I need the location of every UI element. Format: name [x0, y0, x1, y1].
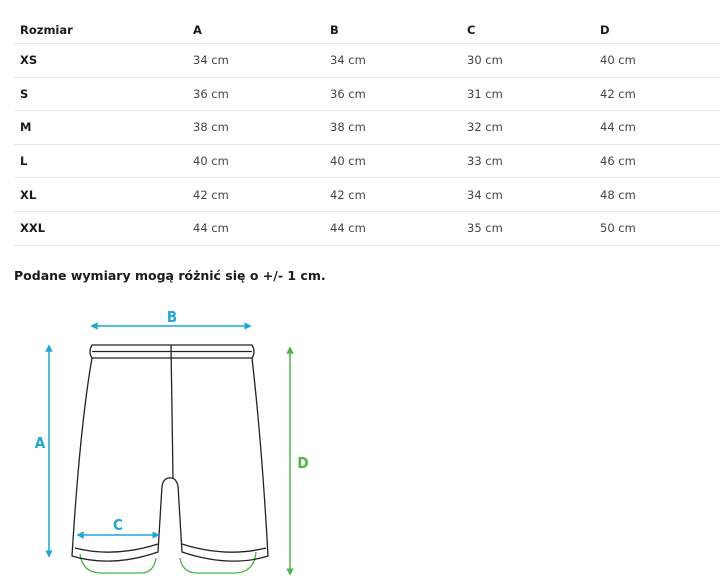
value-cell: 34 cm	[324, 43, 461, 78]
table-header-row: Rozmiar A B C D	[14, 17, 720, 44]
value-cell: 48 cm	[594, 177, 720, 212]
value-cell: 36 cm	[324, 77, 461, 112]
value-cell: 36 cm	[187, 77, 324, 112]
value-cell: 38 cm	[187, 110, 324, 145]
dimension-c-label: C	[113, 516, 123, 534]
table-row: L 40 cm 40 cm 33 cm 46 cm	[14, 144, 720, 179]
size-table: Rozmiar A B C D XS 34 cm 34 cm 30 cm 40 …	[14, 17, 720, 246]
header-rozmiar: Rozmiar	[14, 17, 187, 44]
size-cell: L	[14, 144, 187, 179]
shorts-outline-icon: B A C D	[35, 308, 309, 576]
value-cell: 40 cm	[187, 144, 324, 179]
value-cell: 33 cm	[461, 144, 594, 179]
size-cell: XS	[14, 43, 187, 78]
value-cell: 42 cm	[187, 177, 324, 212]
dimension-a-label: A	[35, 434, 46, 452]
table-row: XS 34 cm 34 cm 30 cm 40 cm	[14, 43, 720, 78]
value-cell: 35 cm	[461, 211, 594, 246]
value-cell: 32 cm	[461, 110, 594, 145]
size-cell: M	[14, 110, 187, 145]
value-cell: 42 cm	[594, 77, 720, 112]
value-cell: 34 cm	[461, 177, 594, 212]
value-cell: 44 cm	[324, 211, 461, 246]
dimension-b-label: B	[167, 308, 177, 326]
table-row: S 36 cm 36 cm 31 cm 42 cm	[14, 77, 720, 112]
value-cell: 30 cm	[461, 43, 594, 78]
table-row: XXL 44 cm 44 cm 35 cm 50 cm	[14, 211, 720, 246]
size-cell: XL	[14, 177, 187, 212]
value-cell: 42 cm	[324, 177, 461, 212]
value-cell: 50 cm	[594, 211, 720, 246]
header-b: B	[324, 17, 461, 44]
value-cell: 44 cm	[594, 110, 720, 145]
liner-shape	[79, 551, 257, 574]
size-cell: XXL	[14, 211, 187, 246]
value-cell: 31 cm	[461, 77, 594, 112]
tolerance-note: Podane wymiary mogą różnić się o +/- 1 c…	[14, 268, 326, 283]
size-cell: S	[14, 77, 187, 112]
header-d: D	[594, 17, 720, 44]
value-cell: 38 cm	[324, 110, 461, 145]
value-cell: 46 cm	[594, 144, 720, 179]
value-cell: 44 cm	[187, 211, 324, 246]
value-cell: 40 cm	[324, 144, 461, 179]
table-row: XL 42 cm 42 cm 34 cm 48 cm	[14, 177, 720, 212]
header-c: C	[461, 17, 594, 44]
table-row: M 38 cm 38 cm 32 cm 44 cm	[14, 110, 720, 145]
value-cell: 34 cm	[187, 43, 324, 78]
dimension-d-label: D	[297, 454, 308, 472]
header-a: A	[187, 17, 324, 44]
value-cell: 40 cm	[594, 43, 720, 78]
shorts-outline	[71, 344, 269, 562]
